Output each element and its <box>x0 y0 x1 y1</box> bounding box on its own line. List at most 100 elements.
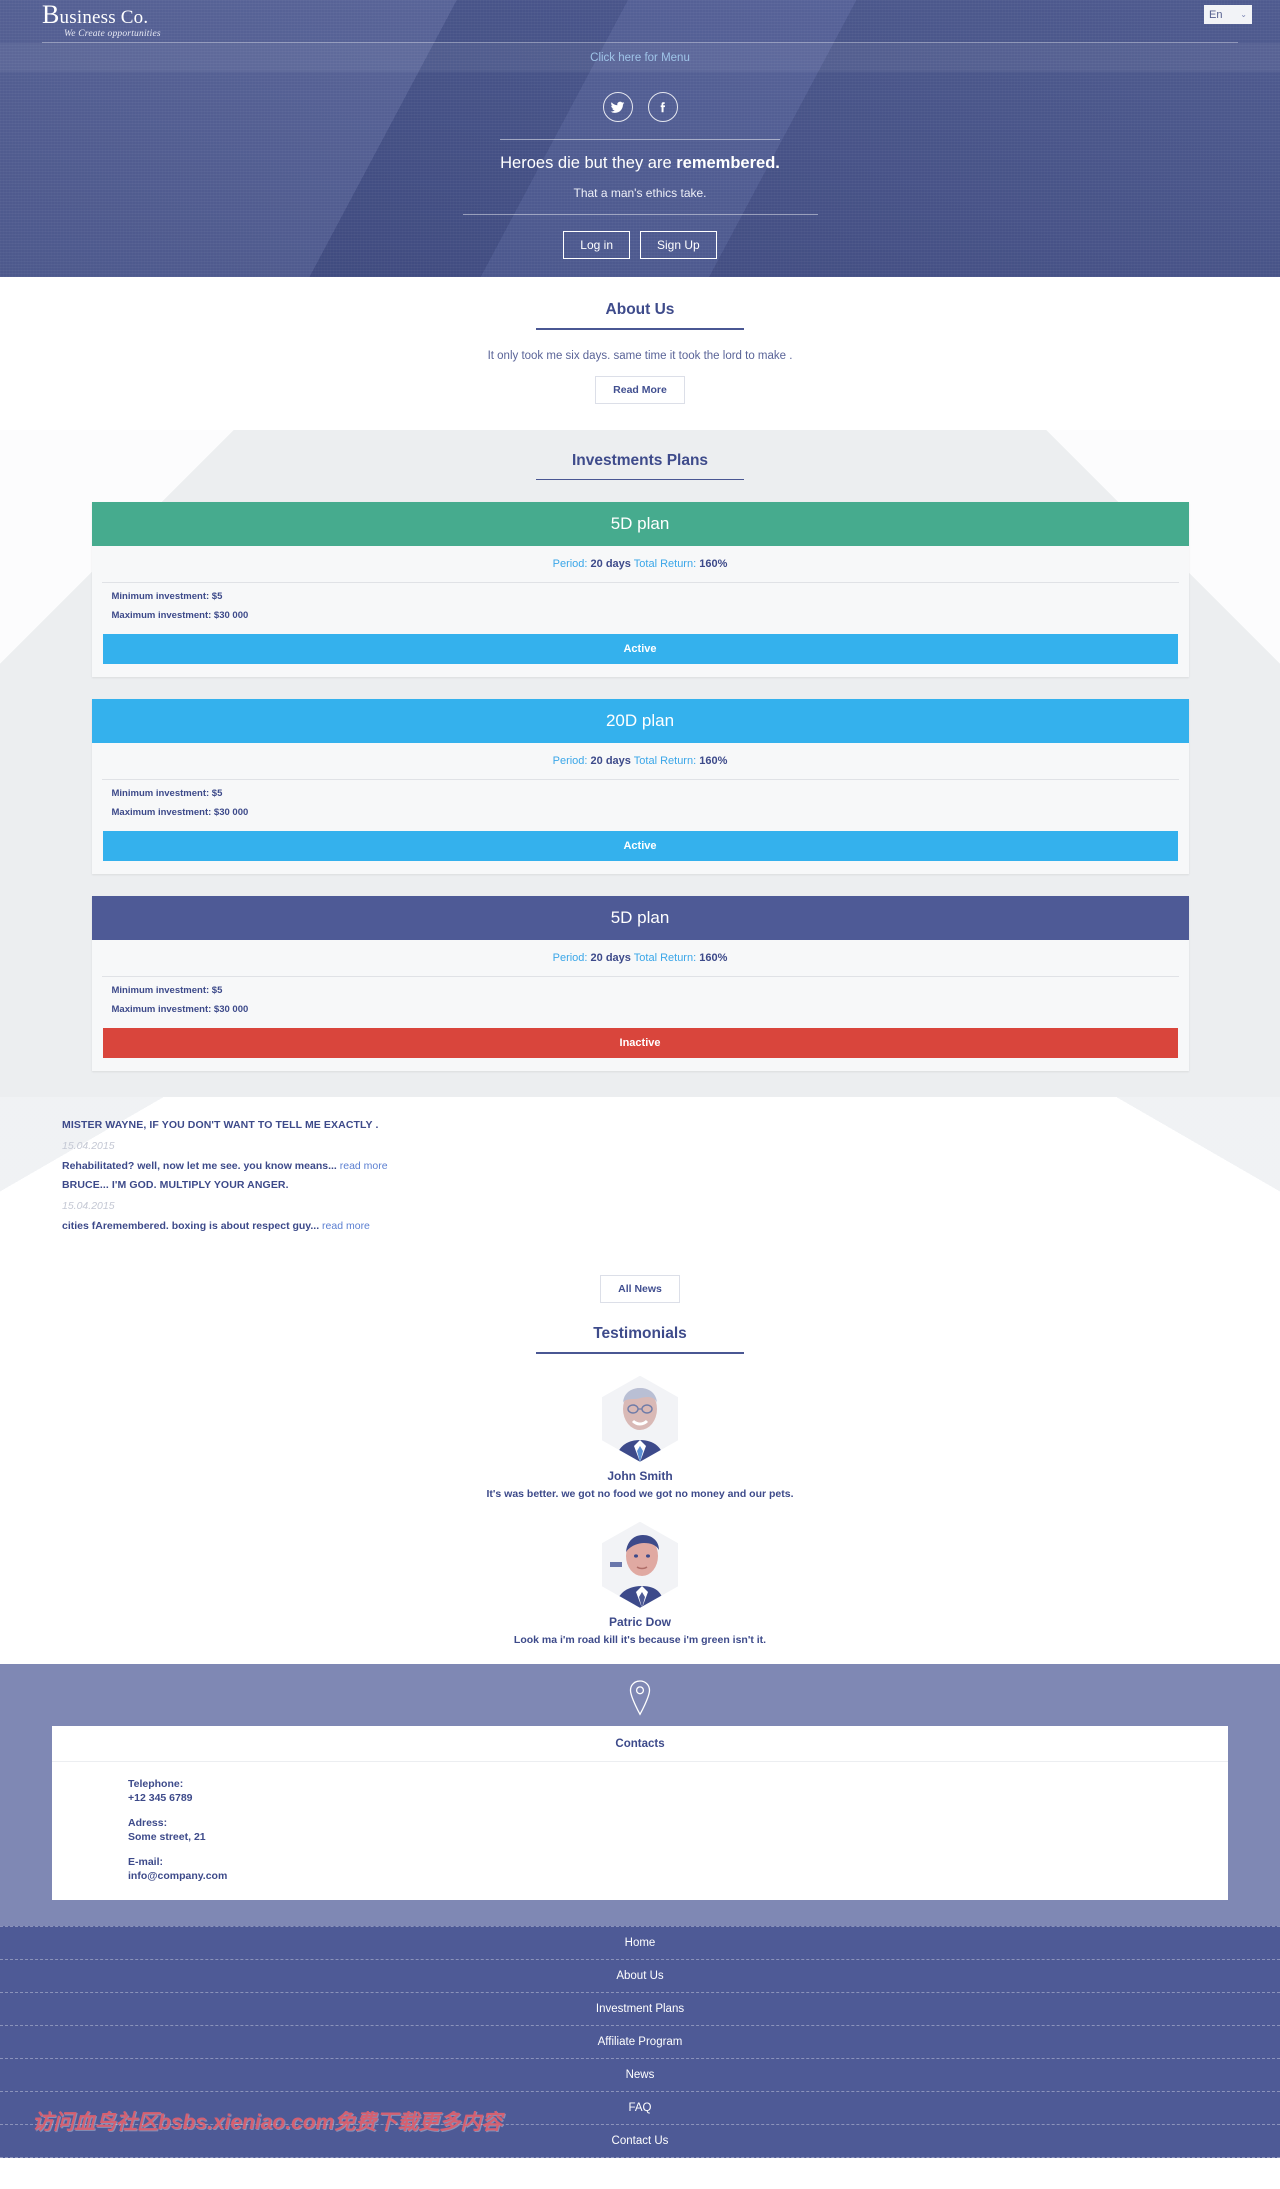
all-news-button[interactable]: All News <box>600 1275 680 1304</box>
avatar <box>602 1521 678 1608</box>
total-return-value: 160% <box>699 558 728 571</box>
top-bar: Business Co. We Create opportunities En … <box>0 0 1280 42</box>
plan-meta: Period: 20 days Total Return: 160% <box>92 546 1189 582</box>
news-date: 15.04.2015 <box>62 1140 115 1153</box>
landing-page: Business Co. We Create opportunities En … <box>0 0 1280 2158</box>
testimonial-item: Patric Dow Look ma i'm road kill it's be… <box>0 1521 1280 1646</box>
news-title[interactable]: MISTER WAYNE, IF YOU DON'T WANT TO TELL … <box>62 1119 1280 1131</box>
hero-subtitle: That a man's ethics take. <box>573 186 707 200</box>
facebook-icon[interactable] <box>647 92 678 122</box>
logo-text: Business Co. <box>42 2 161 28</box>
maximum-investment-value: $30 000 <box>213 610 249 622</box>
news-read-more-link[interactable]: read more <box>322 1220 370 1232</box>
map-pin-icon <box>0 1680 1280 1716</box>
testimonial-text: Look ma i'm road kill it's because i'm g… <box>513 1633 767 1646</box>
contacts-card: Contacts Telephone: +12 345 6789 Adress:… <box>52 1725 1228 1900</box>
plan-status-button[interactable]: Inactive <box>102 1028 1178 1059</box>
testimonials-heading-rule <box>536 1352 744 1354</box>
period-label: Period: <box>552 755 588 768</box>
logo-initial: B <box>42 0 60 29</box>
maximum-investment-value: $30 000 <box>213 1004 249 1016</box>
address-value: Some street, 21 <box>128 1830 206 1843</box>
minimum-investment-label: Minimum investment: <box>111 985 212 997</box>
minimum-investment-label: Minimum investment: <box>111 591 212 603</box>
hero-section: Business Co. We Create opportunities En … <box>0 0 1280 277</box>
plan-name: 5D plan <box>91 896 1189 941</box>
plans-heading-rule <box>536 478 744 481</box>
total-return-label: Total Return: <box>633 755 697 768</box>
minimum-investment-value: $5 <box>211 591 223 603</box>
hero-divider-bottom <box>462 214 818 215</box>
total-return-value: 160% <box>699 952 728 965</box>
plan-meta: Period: 20 days Total Return: 160% <box>92 743 1189 779</box>
avatar-patric-dow-image <box>602 1521 678 1608</box>
maximum-investment-value: $30 000 <box>213 807 249 819</box>
maximum-investment: Maximum investment: $30 000 <box>92 996 1189 1015</box>
minimum-investment-value: $5 <box>211 985 223 997</box>
investment-plans-section: Investments Plans 5D plan Period: 20 days… <box>0 430 1280 1098</box>
minimum-investment-value: $5 <box>211 788 223 800</box>
menu-toggle-link[interactable]: Click here for Menu <box>590 52 690 64</box>
footer-link-affiliate-program[interactable]: Affiliate Program <box>0 2026 1280 2059</box>
footer-link-news[interactable]: News <box>0 2059 1280 2092</box>
email-value[interactable]: info@company.com <box>128 1870 1228 1882</box>
testimonials-heading: Testimonials <box>593 1325 687 1343</box>
news-title[interactable]: BRUCE... I'M GOD. MULTIPLY YOUR ANGER. <box>62 1179 1280 1191</box>
plan-card: 5D plan Period: 20 days Total Return: 160… <box>91 502 1189 678</box>
twitter-icon[interactable] <box>602 92 633 122</box>
minimum-investment: Minimum investment: $5 <box>92 583 1189 602</box>
hero-title: Heroes die but they are remembered. <box>0 154 1280 173</box>
plan-card: 5D plan Period: 20 days Total Return: 160… <box>91 896 1189 1072</box>
maximum-investment: Maximum investment: $30 000 <box>92 602 1189 621</box>
footer-link-faq[interactable]: FAQ <box>0 2092 1280 2125</box>
about-heading: About Us <box>605 301 675 318</box>
telephone-label: Telephone: <box>128 1777 184 1790</box>
plan-name: 20D plan <box>91 699 1189 744</box>
testimonial-item: John Smith It's was better. we got no fo… <box>0 1375 1280 1500</box>
hero-title-normal: Heroes die but they are <box>500 154 677 172</box>
site-logo[interactable]: Business Co. We Create opportunities <box>42 2 161 40</box>
contacts-body: Telephone: +12 345 6789 Adress: Some str… <box>52 1762 1228 1900</box>
signup-button[interactable]: Sign Up <box>640 231 717 259</box>
footer-link-about-us[interactable]: About Us <box>0 1960 1280 1993</box>
login-button[interactable]: Log in <box>563 231 630 259</box>
contact-address: Adress: Some street, 21 <box>128 1817 1228 1843</box>
contact-email: E-mail: info@company.com <box>128 1856 1228 1882</box>
contact-telephone: Telephone: +12 345 6789 <box>128 1778 1228 1804</box>
about-text: It only took me six days. same time it t… <box>487 349 793 362</box>
news-date: 15.04.2015 <box>62 1200 115 1213</box>
plans-heading: Investments Plans <box>571 451 709 469</box>
period-value: 20 days <box>590 952 631 965</box>
plan-meta: Period: 20 days Total Return: 160% <box>92 940 1189 976</box>
maximum-investment-label: Maximum investment: <box>111 807 214 819</box>
minimum-investment: Minimum investment: $5 <box>92 780 1189 799</box>
news-list: MISTER WAYNE, IF YOU DON'T WANT TO TELL … <box>0 1119 1280 1232</box>
maximum-investment: Maximum investment: $30 000 <box>92 799 1189 818</box>
footer-nav: Home About Us Investment Plans Affiliate Pr… <box>0 1925 1280 2158</box>
plan-status-button[interactable]: Active <box>102 831 1178 862</box>
footer-link-contact-us[interactable]: Contact Us <box>0 2125 1280 2158</box>
about-section: About Us It only took me six days. same … <box>0 277 1280 430</box>
period-value: 20 days <box>590 755 631 768</box>
telephone-value[interactable]: +12 345 6789 <box>128 1792 1228 1804</box>
footer-list: Home About Us Investment Plans Affiliate Pr… <box>0 1925 1280 2158</box>
avatar-john-smith-image <box>602 1375 678 1462</box>
news-excerpt: Rehabilitated? well, now let me see. you… <box>62 1160 1280 1172</box>
read-more-button[interactable]: Read More <box>595 375 685 404</box>
plan-name: 5D plan <box>91 502 1189 547</box>
language-selector[interactable]: En ⌄ <box>1204 5 1252 24</box>
logo-tagline: We Create opportunities <box>64 29 161 39</box>
social-links <box>0 92 1280 122</box>
chevron-down-icon: ⌄ <box>1240 10 1247 19</box>
hero-title-bold: remembered. <box>676 154 780 172</box>
testimonial-name: Patric Dow <box>608 1614 671 1629</box>
footer-link-home[interactable]: Home <box>0 1925 1280 1960</box>
logo-rest: usiness Co. <box>59 7 149 28</box>
period-label: Period: <box>552 952 588 965</box>
all-news-wrap: All News <box>0 1232 1280 1304</box>
footer-link-investment-plans[interactable]: Investment Plans <box>0 1993 1280 2026</box>
news-read-more-link[interactable]: read more <box>340 1160 388 1172</box>
plans-list: 5D plan Period: 20 days Total Return: 160… <box>91 502 1189 1072</box>
plan-status-button[interactable]: Active <box>102 634 1178 665</box>
avatar <box>602 1375 678 1462</box>
